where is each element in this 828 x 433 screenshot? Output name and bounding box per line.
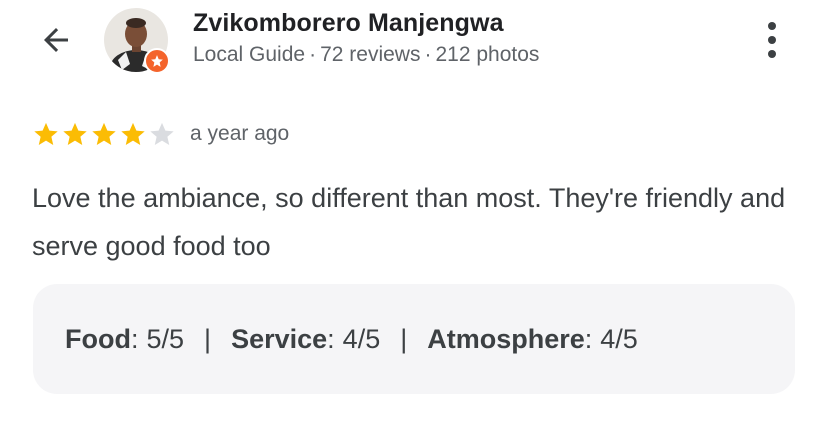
review-time: a year ago: [190, 122, 290, 145]
more-vert-icon-dot: [768, 36, 776, 44]
attribute-colon: :: [584, 323, 593, 354]
attribute-value: 4/5: [342, 323, 381, 354]
attribute-colon: :: [327, 323, 335, 354]
rating-row: a year ago: [32, 118, 289, 150]
local-guide-badge: [144, 48, 170, 74]
reviewer-meta: Local Guide · 72 reviews · 212 photos: [193, 43, 539, 67]
star-filled-icon: [34, 122, 58, 145]
meta-separator: ·: [424, 43, 432, 66]
meta-separator: ·: [309, 43, 317, 66]
star-filled-icon: [92, 122, 116, 145]
attribute-service: Service: 4/5: [231, 324, 380, 355]
star-empty-icon: [150, 122, 174, 145]
attribute-value: 4/5: [600, 323, 638, 354]
more-vert-icon-dot: [768, 22, 776, 30]
star-rating: [32, 120, 176, 148]
attribute-food: Food: 5/5: [65, 324, 184, 355]
attribute-value: 5/5: [146, 323, 185, 354]
review-attributes: Food: 5/5 | Service: 4/5 | Atmosphere: 4/5: [33, 284, 795, 394]
attribute-separator: |: [204, 323, 212, 354]
avatar[interactable]: [104, 8, 170, 74]
reviewer-photo-count: 212 photos: [435, 43, 540, 66]
attribute-name: Food: [65, 323, 131, 354]
review-text: Love the ambiance, so different than mos…: [32, 183, 786, 261]
reviewer-review-count: 72 reviews: [320, 43, 421, 66]
arrow-back-icon: [44, 28, 68, 52]
more-vert-icon-dot: [768, 50, 776, 58]
attribute-atmosphere: Atmosphere: 4/5: [427, 324, 638, 355]
review-header: Zvikomborero Manjengwa Local Guide · 72 re…: [0, 0, 828, 90]
more-options-button[interactable]: [752, 16, 792, 64]
reviewer-name[interactable]: Zvikomborero Manjengwa: [193, 9, 504, 38]
star-filled-icon: [121, 122, 145, 145]
attribute-name: Atmosphere: [427, 323, 585, 354]
local-guide-star-icon: [151, 55, 163, 67]
attribute-separator: |: [400, 323, 408, 354]
attribute-colon: :: [130, 323, 139, 354]
reviewer-role: Local Guide: [193, 43, 306, 66]
back-button[interactable]: [30, 16, 82, 64]
attribute-name: Service: [231, 323, 328, 354]
star-filled-icon: [63, 122, 87, 145]
